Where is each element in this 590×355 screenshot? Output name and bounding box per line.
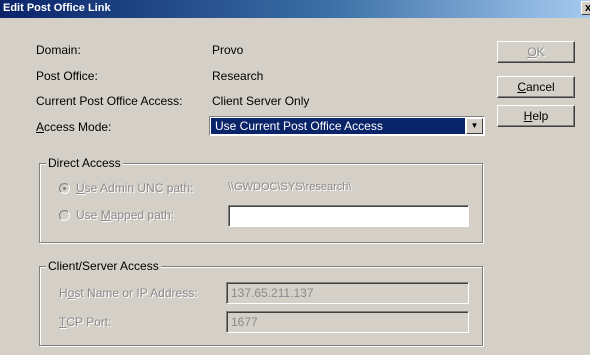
current-access-value: Client Server Only [212, 94, 310, 108]
domain-value: Provo [212, 43, 244, 57]
access-mode-select[interactable]: Use Current Post Office Access ▼ [209, 116, 485, 136]
post-office-value: Research [212, 69, 264, 83]
radio-icon[interactable] [59, 210, 70, 221]
current-access-label: Current Post Office Access: [36, 94, 183, 108]
host-name-label: Host Name or IP Address: [59, 286, 198, 300]
ok-button[interactable]: OK [497, 41, 575, 63]
post-office-label: Post Office: [36, 69, 98, 83]
help-button[interactable]: Help [497, 105, 575, 127]
chevron-down-icon[interactable]: ▼ [466, 118, 483, 134]
client-server-legend: Client/Server Access [46, 259, 161, 273]
window-title: Edit Post Office Link [3, 2, 111, 14]
mapped-path-input[interactable] [228, 205, 469, 227]
host-name-input[interactable]: 137.65.211.137 [226, 282, 469, 304]
radio-icon[interactable] [59, 183, 70, 194]
tcp-port-label: TCP Port: [59, 315, 112, 329]
admin-unc-radio-label[interactable]: Use Admin UNC path: [76, 181, 193, 195]
access-mode-selected: Use Current Post Office Access [211, 118, 465, 134]
direct-access-legend: Direct Access [46, 156, 123, 170]
client-server-access-group: Client/Server Access [39, 259, 483, 346]
title-bar[interactable]: Edit Post Office Link x [0, 0, 590, 18]
close-icon[interactable]: x [581, 1, 590, 15]
access-mode-label: Access Mode: [36, 120, 112, 134]
cancel-button[interactable]: Cancel [497, 76, 575, 98]
edit-post-office-link-dialog: Edit Post Office Link x Domain: Provo Po… [0, 0, 590, 355]
admin-unc-path-value: \\GWDOC\SYS\research\ [228, 181, 352, 193]
domain-label: Domain: [36, 43, 81, 57]
tcp-port-input[interactable]: 1677 [226, 311, 469, 333]
direct-access-group: Direct Access [39, 156, 483, 243]
mapped-path-radio-label[interactable]: Use Mapped path: [76, 208, 174, 222]
